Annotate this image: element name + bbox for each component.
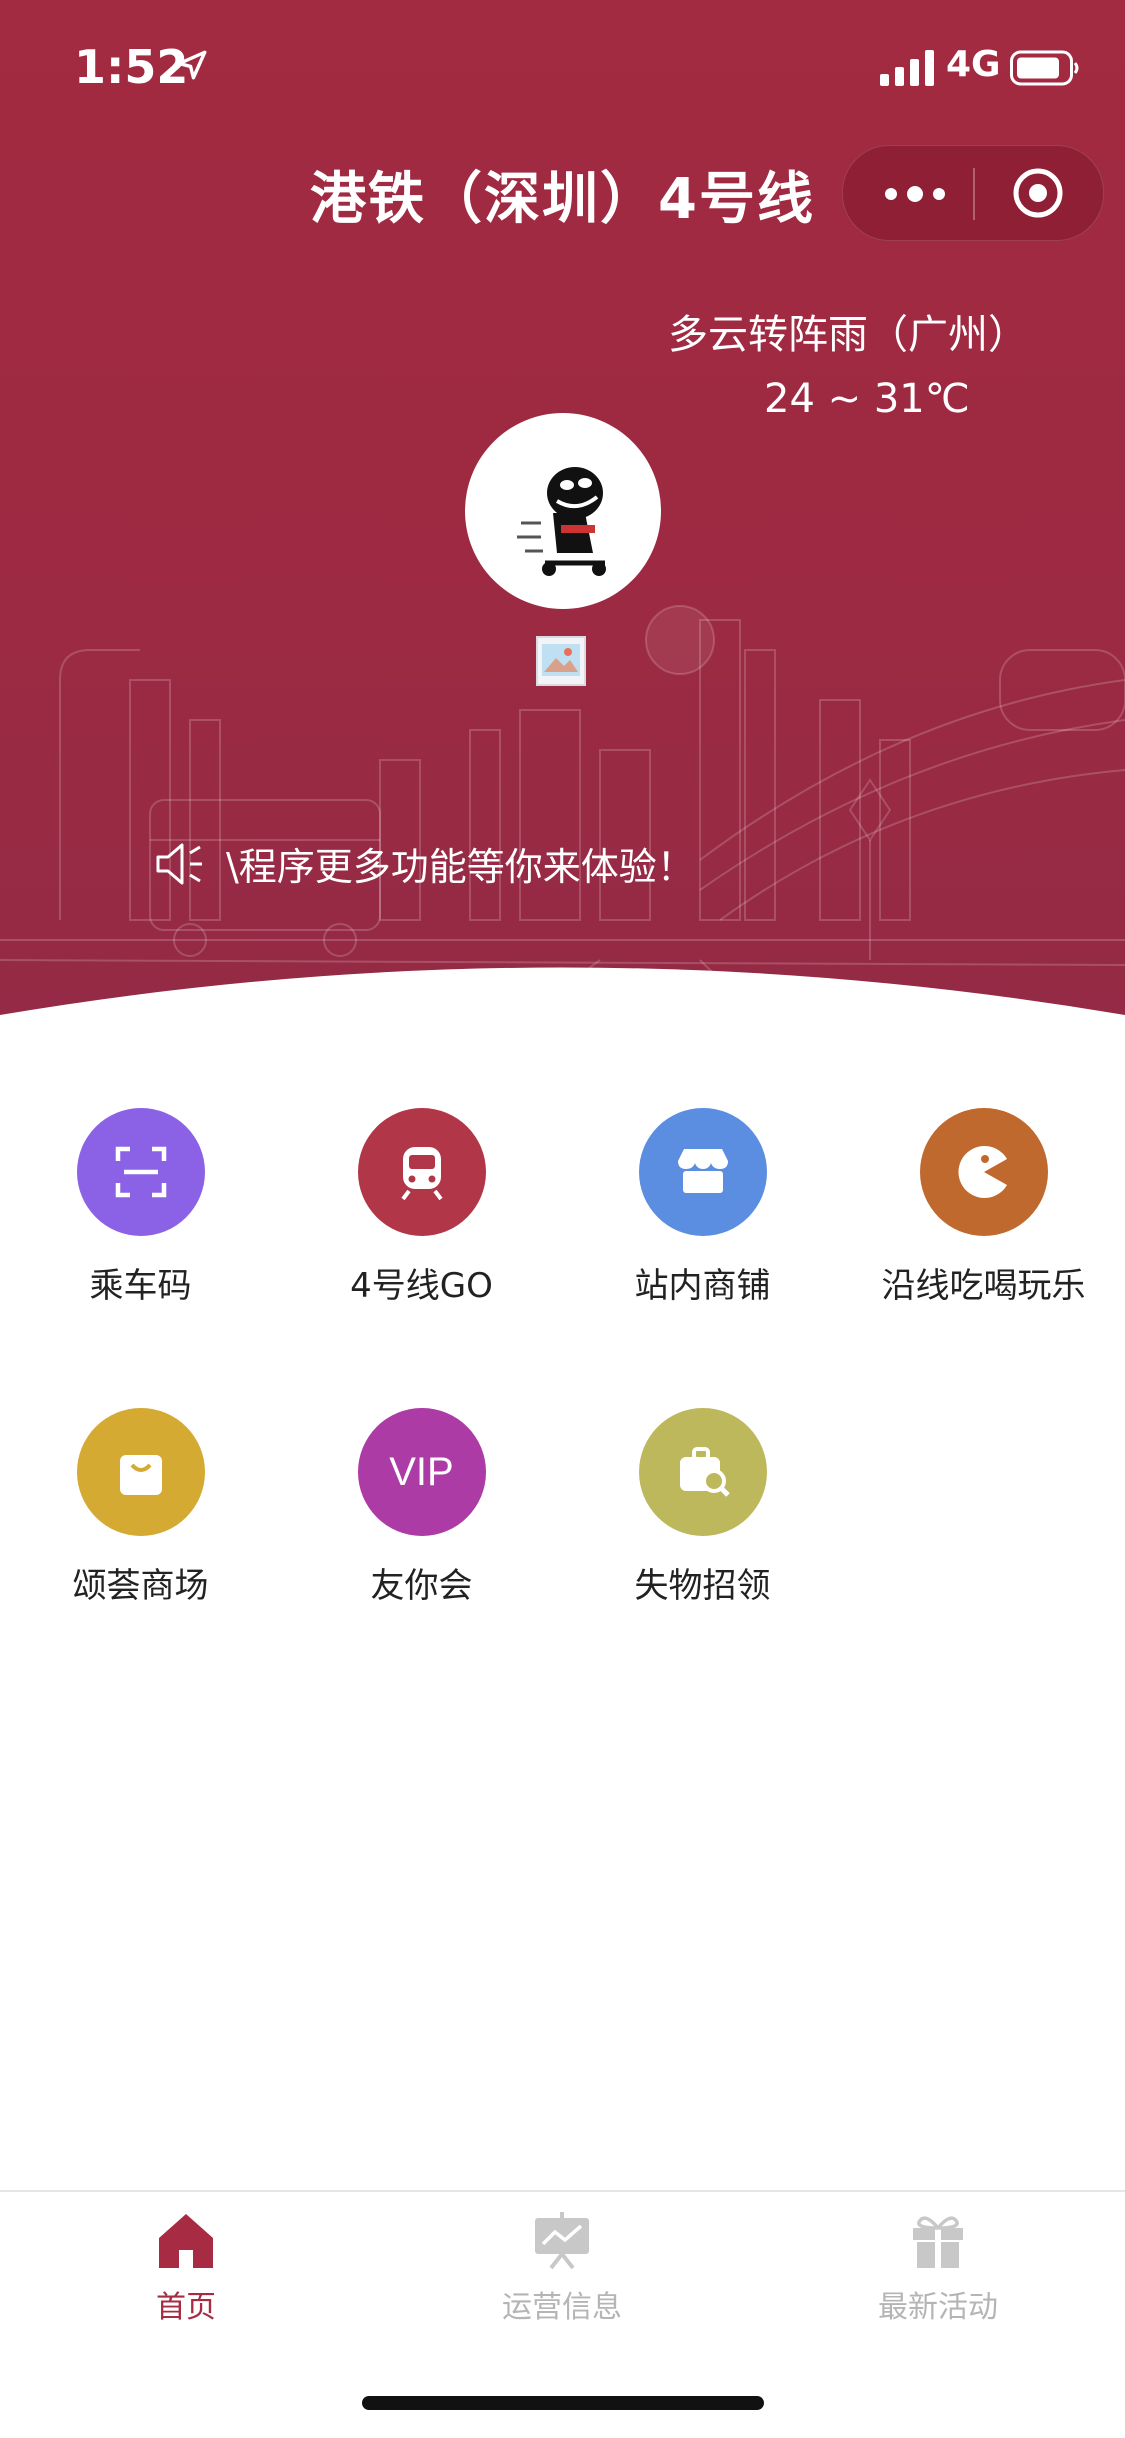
speaker-icon xyxy=(156,843,202,884)
train-icon xyxy=(400,1147,443,1201)
menu-icon-bg xyxy=(919,1108,1048,1236)
capsule-divider xyxy=(973,168,975,220)
page-title: 港铁（深圳）4号线 xyxy=(310,167,815,232)
tab-label: 最新活动 xyxy=(878,2290,998,2325)
home-icon xyxy=(159,2214,213,2268)
image-placeholder-icon xyxy=(536,636,586,686)
menu-item-station-shops[interactable]: 站内商铺 xyxy=(562,1108,843,1307)
battery-icon xyxy=(1010,50,1079,86)
menu-icon-bg xyxy=(638,1408,767,1536)
menu-icon-bg: VIP xyxy=(357,1408,486,1536)
status-time: 1:52 xyxy=(74,40,189,94)
menu-label: 失物招领 xyxy=(634,1566,771,1606)
menu-icon-bg xyxy=(357,1108,486,1236)
close-target-icon[interactable] xyxy=(1011,166,1065,220)
shop-icon xyxy=(677,1149,728,1193)
shopping-bag-icon xyxy=(119,1455,162,1495)
menu-label: 4号线GO xyxy=(350,1266,493,1306)
menu-label: 颂荟商场 xyxy=(72,1566,209,1606)
menu-item-food-fun[interactable]: 沿线吃喝玩乐 xyxy=(843,1108,1124,1307)
menu-item-vip-club[interactable]: VIP 友你会 xyxy=(281,1408,562,1607)
header-banner: 1:52 4G 港铁（深圳）4号线 多云转阵雨（广州） 24 ~ 31℃ \程序… xyxy=(0,0,1125,1020)
tab-label: 首页 xyxy=(156,2290,216,2325)
more-icon[interactable] xyxy=(883,186,947,202)
menu-item-ride-code[interactable]: 乘车码 xyxy=(0,1108,281,1307)
presentation-icon xyxy=(535,2212,589,2270)
tab-operations[interactable]: 运营信息 xyxy=(462,2208,662,2326)
network-type: 4G xyxy=(946,44,1001,85)
lost-found-icon xyxy=(679,1447,730,1497)
home-indicator xyxy=(362,2396,764,2410)
tab-home[interactable]: 首页 xyxy=(86,2208,286,2326)
menu-label: 站内商铺 xyxy=(634,1266,771,1306)
tab-events[interactable]: 最新活动 xyxy=(838,2208,1038,2326)
weather-condition: 多云转阵雨（广州） xyxy=(668,312,1028,358)
vip-icon: VIP xyxy=(389,1449,454,1494)
weather-temperature: 24 ~ 31℃ xyxy=(764,376,970,422)
menu-item-line4-go[interactable]: 4号线GO xyxy=(281,1108,562,1307)
menu-icon-bg xyxy=(76,1408,205,1536)
menu-label: 友你会 xyxy=(370,1566,473,1606)
scan-code-icon xyxy=(115,1146,166,1198)
mini-program-capsule xyxy=(842,145,1104,241)
header-curve xyxy=(0,967,1125,1020)
avatar[interactable] xyxy=(465,413,661,609)
menu-label: 沿线吃喝玩乐 xyxy=(881,1266,1086,1306)
tab-label: 运营信息 xyxy=(502,2290,622,2325)
menu-label: 乘车码 xyxy=(89,1266,192,1306)
notice-bar: \程序更多功能等你来体验！ xyxy=(152,836,695,891)
menu-item-lost-found[interactable]: 失物招领 xyxy=(562,1408,843,1607)
location-arrow-icon xyxy=(177,50,207,80)
gift-icon xyxy=(913,2216,963,2268)
avatar-cartoon-icon xyxy=(517,467,606,576)
notice-text: \程序更多功能等你来体验！ xyxy=(226,845,695,889)
menu-icon-bg xyxy=(638,1108,767,1236)
menu-item-mall[interactable]: 颂荟商场 xyxy=(0,1408,281,1607)
pacman-icon xyxy=(957,1146,1007,1198)
signal-icon xyxy=(880,50,934,86)
menu-icon-bg xyxy=(76,1108,205,1236)
